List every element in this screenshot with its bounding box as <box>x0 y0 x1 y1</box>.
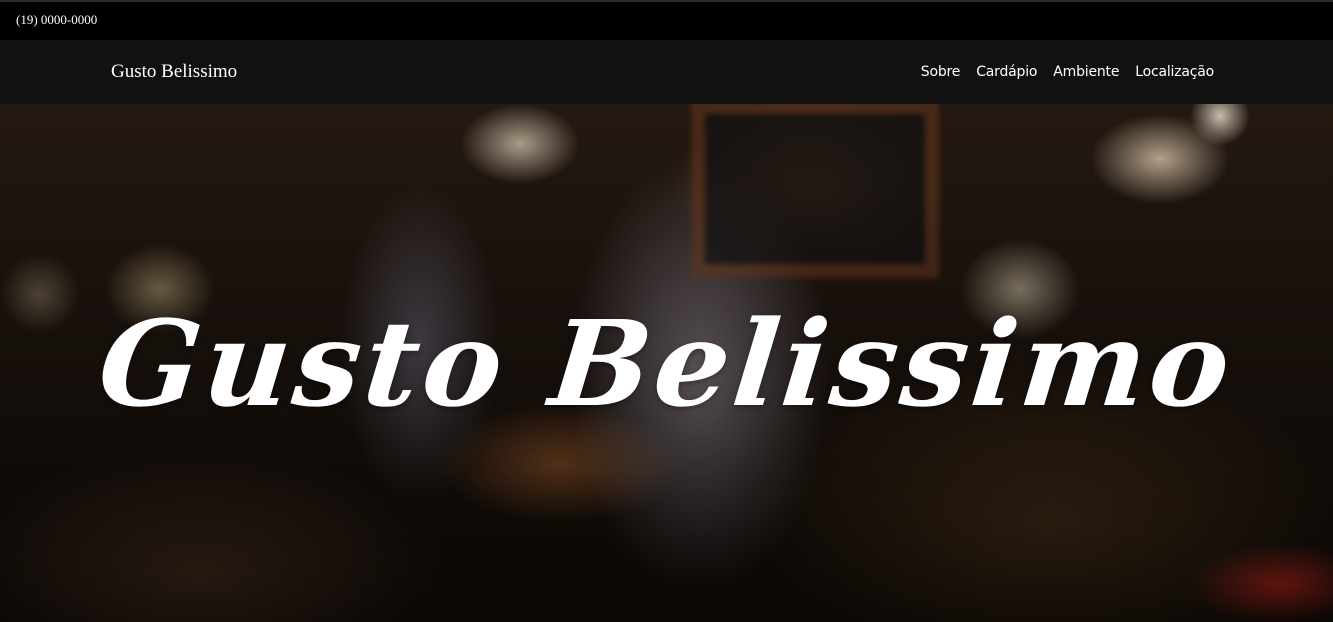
nav-item-sobre: Sobre <box>921 62 961 82</box>
nav-link-cardapio[interactable]: Cardápio <box>976 64 1037 80</box>
phone-number: (19) 0000-0000 <box>16 12 98 27</box>
nav-link-ambiente[interactable]: Ambiente <box>1053 64 1119 80</box>
hero-title: Gusto Belissimo <box>92 294 1241 433</box>
top-contact-bar: (19) 0000-0000 <box>0 0 1333 40</box>
main-navbar: Gusto Belissimo Sobre Cardápio Ambiente … <box>0 40 1333 104</box>
nav-item-ambiente: Ambiente <box>1053 62 1119 82</box>
nav-item-localizacao: Localização <box>1135 62 1214 82</box>
brand-link[interactable]: Gusto Belissimo <box>111 60 237 84</box>
nav-link-sobre[interactable]: Sobre <box>921 64 961 80</box>
nav-item-cardapio: Cardápio <box>976 62 1037 82</box>
nav-menu: Sobre Cardápio Ambiente Localização <box>921 62 1214 82</box>
nav-link-localizacao[interactable]: Localização <box>1135 64 1214 80</box>
hero-banner: Gusto Belissimo <box>0 104 1333 622</box>
